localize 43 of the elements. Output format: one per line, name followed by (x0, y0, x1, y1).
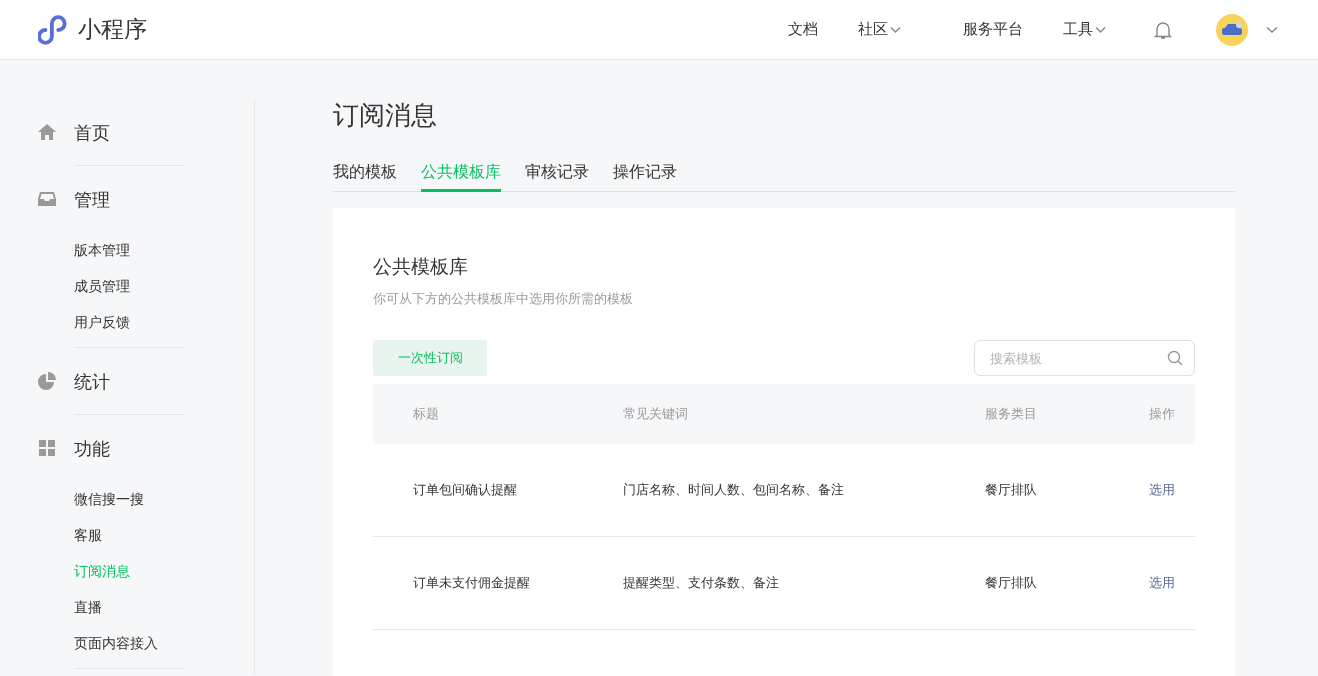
tab[interactable]: 审核记录 (525, 160, 589, 193)
sidebar-item[interactable]: 微信搜一搜 (74, 481, 254, 517)
bell-icon[interactable] (1154, 19, 1172, 40)
tab[interactable]: 我的模板 (333, 160, 397, 193)
table-cell-text: 门店名称、时间人数、包间名称、备注 (623, 481, 845, 500)
tab[interactable]: 操作记录 (613, 160, 677, 193)
table-cell-text: 订单未支付佣金提醒 (413, 574, 531, 593)
sidebar-item[interactable]: 版本管理 (74, 232, 254, 268)
sidebar-section[interactable]: 功能 (74, 434, 110, 462)
chevron-down-icon[interactable] (1266, 25, 1278, 34)
sidebar-item[interactable]: 直播 (74, 589, 254, 625)
sidebar-section[interactable]: 管理 (74, 185, 110, 213)
column-header: 标题 (413, 405, 440, 424)
column-header: 常见关键词 (623, 405, 689, 424)
column-header: 操作 (1149, 405, 1175, 424)
home-icon (36, 121, 58, 143)
table-cell-text: 餐厅排队 (985, 481, 1038, 500)
sidebar-item[interactable]: 客服 (74, 517, 254, 553)
table-cell-text: 订单包间确认提醒 (413, 481, 518, 500)
search-icon (1167, 350, 1183, 367)
table-cell-text: 提醒类型、支付条数、备注 (623, 574, 780, 593)
nav-link[interactable]: 文档 (788, 18, 818, 41)
logo-text: 小程序 (78, 15, 147, 45)
sidebar-item[interactable]: 页面内容接入 (74, 625, 254, 661)
search-field[interactable]: 搜索模板 (974, 340, 1195, 377)
sidebar-item[interactable]: 成员管理 (74, 268, 254, 304)
column-header: 服务类目 (985, 405, 1038, 424)
panel-title: 公共模板库 (373, 254, 469, 280)
nav-link[interactable]: 工具 (1063, 18, 1106, 41)
nav-link[interactable]: 服务平台 (963, 18, 1023, 41)
grid-icon (36, 437, 58, 459)
page-title: 订阅消息 (333, 100, 438, 132)
logo-icon (38, 13, 70, 46)
table-cell-text: 餐厅排队 (985, 574, 1038, 593)
avatar-icon[interactable] (1216, 13, 1248, 46)
pie-chart-icon (36, 370, 58, 392)
panel-subtitle: 你可从下方的公共模板库中选用你所需的模板 (373, 289, 634, 308)
select-link[interactable]: 选用 (1149, 480, 1175, 500)
nav-link[interactable]: 社区 (858, 18, 901, 41)
sidebar-item[interactable]: 用户反馈 (74, 304, 254, 340)
sidebar-section[interactable]: 统计 (74, 367, 110, 395)
select-link[interactable]: 选用 (1149, 573, 1175, 593)
sidebar-section[interactable]: 首页 (74, 118, 110, 146)
